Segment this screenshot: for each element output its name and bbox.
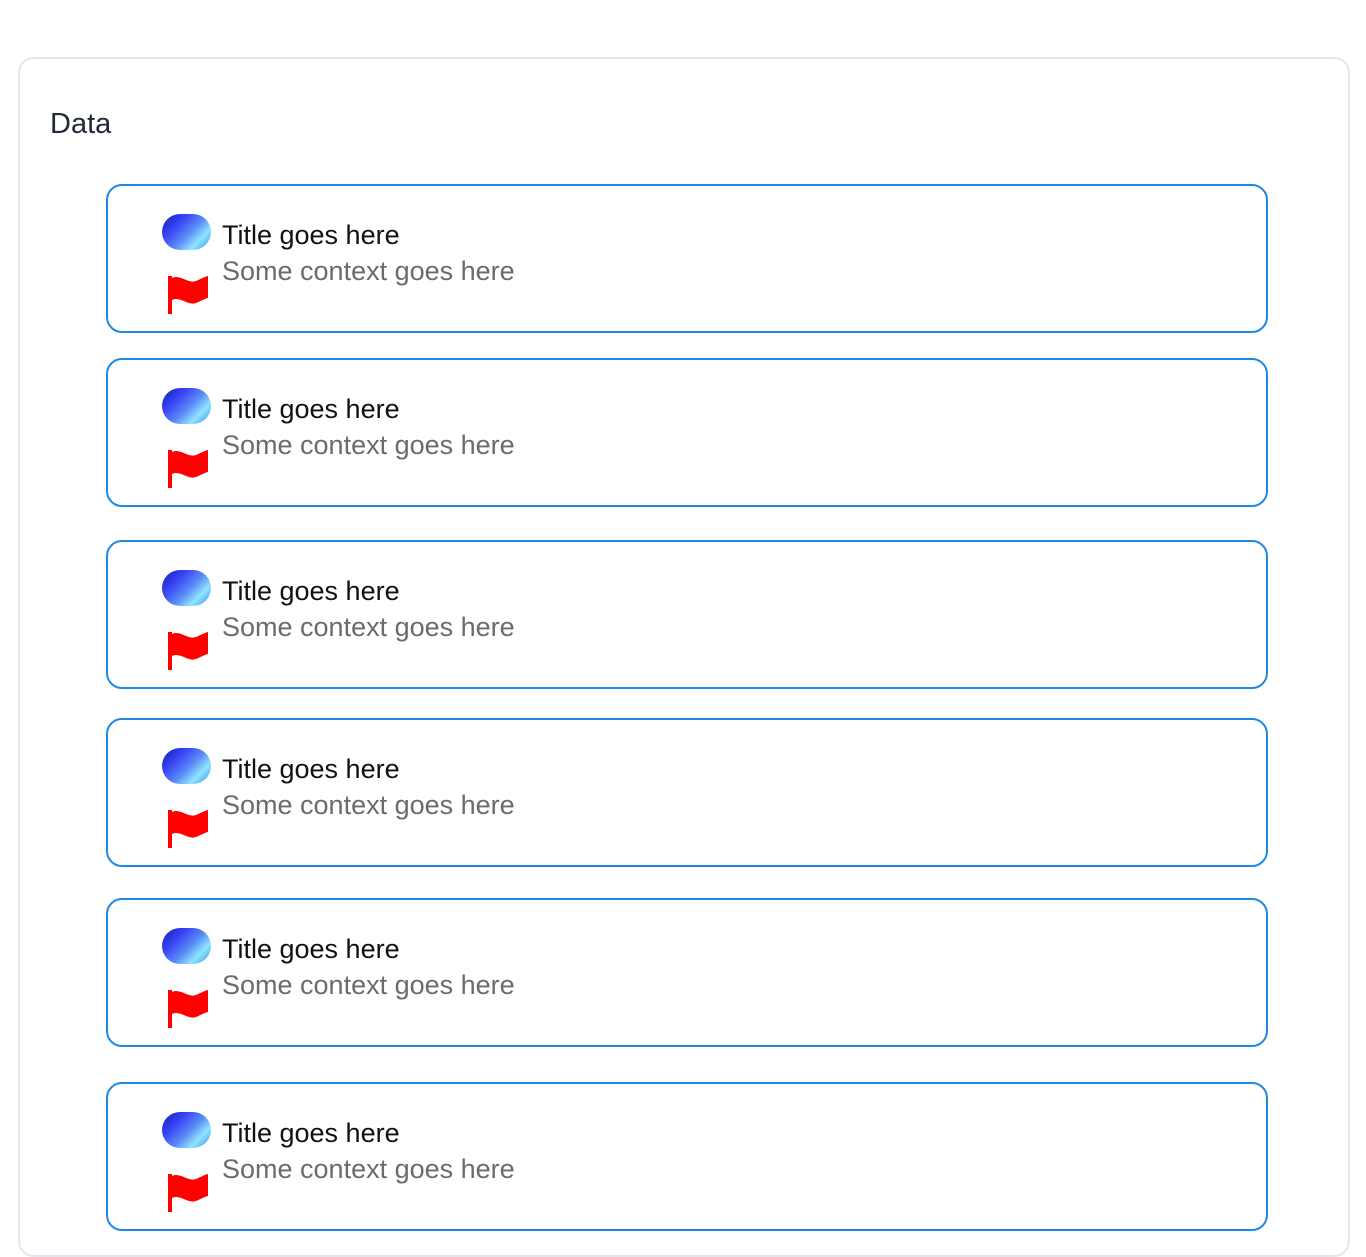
- red-flag-icon: [168, 450, 208, 488]
- gradient-pill-icon: [162, 928, 211, 964]
- gradient-pill-icon: [162, 214, 211, 250]
- list-item-card[interactable]: Title goes here Some context goes here: [106, 184, 1268, 333]
- card-title: Title goes here: [222, 1118, 400, 1148]
- red-flag-icon: [168, 276, 208, 314]
- card-context: Some context goes here: [222, 256, 515, 286]
- card-title: Title goes here: [222, 934, 400, 964]
- data-panel: Data Title goes here Some context goes h…: [18, 57, 1350, 1257]
- card-title: Title goes here: [222, 754, 400, 784]
- red-flag-icon: [168, 810, 208, 848]
- list-item-card[interactable]: Title goes here Some context goes here: [106, 358, 1268, 507]
- card-context: Some context goes here: [222, 970, 515, 1000]
- gradient-pill-icon: [162, 570, 211, 606]
- list-item-card[interactable]: Title goes here Some context goes here: [106, 540, 1268, 689]
- card-context: Some context goes here: [222, 430, 515, 460]
- list-item-card[interactable]: Title goes here Some context goes here: [106, 1082, 1268, 1231]
- card-context: Some context goes here: [222, 612, 515, 642]
- list-item-card[interactable]: Title goes here Some context goes here: [106, 898, 1268, 1047]
- gradient-pill-icon: [162, 748, 211, 784]
- card-title: Title goes here: [222, 394, 400, 424]
- card-title: Title goes here: [222, 576, 400, 606]
- gradient-pill-icon: [162, 388, 211, 424]
- card-context: Some context goes here: [222, 1154, 515, 1184]
- card-title: Title goes here: [222, 220, 400, 250]
- card-context: Some context goes here: [222, 790, 515, 820]
- red-flag-icon: [168, 632, 208, 670]
- panel-title: Data: [50, 108, 112, 140]
- red-flag-icon: [168, 1174, 208, 1212]
- red-flag-icon: [168, 990, 208, 1028]
- list-item-card[interactable]: Title goes here Some context goes here: [106, 718, 1268, 867]
- gradient-pill-icon: [162, 1112, 211, 1148]
